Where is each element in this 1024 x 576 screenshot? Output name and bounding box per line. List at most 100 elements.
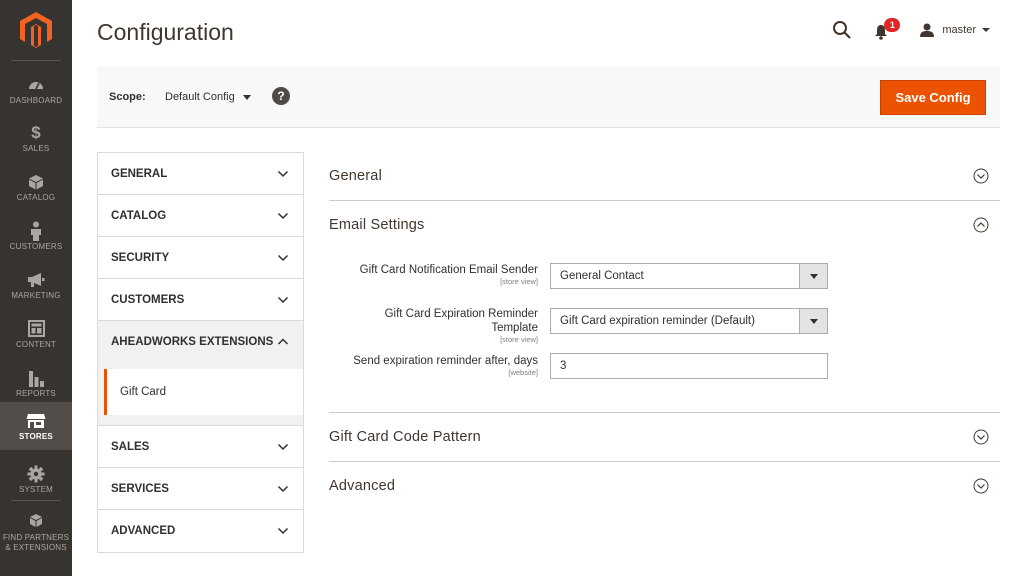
- bar-chart-icon: [0, 367, 72, 389]
- field-label-text: Send expiration reminder after, days: [353, 355, 538, 367]
- tab-item-gift-card[interactable]: Gift Card: [104, 369, 303, 415]
- config-main: General Email Settings Gift Card Notific…: [329, 152, 1000, 510]
- tab-customers[interactable]: CUSTOMERS: [98, 279, 303, 321]
- dollar-icon: $: [31, 123, 41, 142]
- select-value: General Contact: [560, 270, 644, 282]
- nav-item-content[interactable]: CONTENT: [0, 310, 72, 358]
- chevron-down-icon: [799, 309, 827, 333]
- field-label: Gift Card Notification Email Sender [sto…: [360, 263, 538, 287]
- field-label: Gift Card Expiration Reminder Template […: [385, 307, 538, 345]
- email-settings-fields: Gift Card Notification Email Sender [sto…: [329, 249, 1000, 412]
- section-title: Gift Card Code Pattern: [329, 429, 481, 445]
- nav-divider: [11, 60, 61, 61]
- tab-label: GENERAL: [111, 167, 168, 180]
- nav-label: FIND PARTNERS & EXTENSIONS: [2, 533, 70, 552]
- tab-security[interactable]: SECURITY: [98, 237, 303, 279]
- admin-sidebar: DASHBOARD $ SALES CATALOG CUSTOMERS MARK…: [0, 0, 72, 576]
- section-title: Email Settings: [329, 217, 425, 233]
- field-label-text: Gift Card Expiration Reminder: [384, 308, 538, 320]
- expand-circle-icon[interactable]: [973, 168, 989, 184]
- collapse-circle-icon[interactable]: [973, 217, 989, 233]
- nav-label: MARKETING: [11, 291, 61, 300]
- tab-subitems: Gift Card: [98, 363, 303, 426]
- field-row-reminder-days: Send expiration reminder after, days [we…: [329, 348, 1000, 392]
- reminder-template-select[interactable]: Gift Card expiration reminder (Default): [550, 308, 828, 334]
- nav-label: CATALOG: [16, 193, 56, 202]
- scope-switcher[interactable]: Default Config: [165, 91, 251, 103]
- expand-circle-icon[interactable]: [973, 429, 989, 445]
- subtab-label: Gift Card: [120, 386, 167, 398]
- config-tabs: GENERAL CATALOG SECURITY CUSTOMERS AHEAD…: [97, 152, 304, 553]
- field-scope: [store view]: [500, 335, 538, 344]
- field-row-reminder-template: Gift Card Expiration Reminder Template […: [329, 304, 1000, 348]
- user-icon: [920, 23, 935, 37]
- section-title: General: [329, 168, 382, 184]
- section-header[interactable]: Advanced: [329, 462, 1000, 510]
- field-scope: [website]: [508, 368, 538, 377]
- section-title: Advanced: [329, 478, 396, 494]
- nav-label: REPORTS: [16, 389, 56, 398]
- tab-general[interactable]: GENERAL: [98, 153, 303, 195]
- nav-item-sales[interactable]: $ SALES: [0, 114, 72, 162]
- nav-item-dashboard[interactable]: DASHBOARD: [0, 66, 72, 114]
- tab-sales[interactable]: SALES: [98, 426, 303, 468]
- user-menu[interactable]: master: [920, 23, 990, 37]
- section-header[interactable]: Gift Card Code Pattern: [329, 413, 1000, 461]
- nav-item-find-partners[interactable]: FIND PARTNERS & EXTENSIONS: [0, 503, 72, 559]
- tab-label: AHEADWORKS EXTENSIONS: [111, 336, 274, 348]
- notifications-button[interactable]: 1: [874, 18, 901, 40]
- section-header[interactable]: General: [329, 152, 1000, 200]
- tab-label: SERVICES: [111, 482, 169, 495]
- nav-item-marketing[interactable]: MARKETING: [0, 261, 72, 309]
- nav-item-system[interactable]: SYSTEM: [0, 455, 72, 503]
- scope-value: Default Config: [165, 91, 235, 103]
- nav-label: SYSTEM: [18, 485, 54, 494]
- chevron-down-icon: [277, 527, 289, 535]
- person-icon: [0, 220, 72, 242]
- chevron-down-icon: [277, 485, 289, 493]
- scope-bar: Scope: Default Config ? Save Config: [97, 67, 1000, 128]
- magento-logo-icon[interactable]: [20, 12, 52, 48]
- chevron-down-icon: [242, 94, 251, 100]
- nav-label: SALES: [22, 144, 50, 153]
- nav-divider: [11, 500, 61, 501]
- nav-label: CONTENT: [15, 340, 57, 349]
- cubes-icon: [0, 511, 72, 533]
- nav-item-customers[interactable]: CUSTOMERS: [0, 212, 72, 260]
- nav-item-catalog[interactable]: CATALOG: [0, 163, 72, 211]
- chevron-down-icon: [277, 443, 289, 451]
- expand-circle-icon[interactable]: [973, 478, 989, 494]
- search-icon[interactable]: [832, 20, 852, 40]
- chevron-up-icon: [277, 338, 289, 345]
- notification-badge: 1: [884, 18, 901, 32]
- section-advanced: Advanced: [329, 462, 1000, 510]
- section-general: General: [329, 152, 1000, 201]
- nav-item-stores[interactable]: STORES: [0, 402, 72, 450]
- store-icon: [0, 410, 72, 432]
- tab-services[interactable]: SERVICES: [98, 468, 303, 510]
- header-actions: 1 master: [832, 16, 990, 44]
- select-value: Gift Card expiration reminder (Default): [560, 315, 755, 327]
- help-icon[interactable]: ?: [272, 87, 290, 105]
- nav-item-reports[interactable]: REPORTS: [0, 359, 72, 407]
- page-title: Configuration: [97, 19, 234, 45]
- dashboard-icon: [0, 74, 72, 96]
- tab-label: CATALOG: [111, 209, 167, 222]
- chevron-down-icon: [277, 212, 289, 220]
- layout-icon: [0, 318, 72, 340]
- chevron-down-icon: [277, 170, 289, 178]
- box-icon: [0, 171, 72, 193]
- tab-aheadworks-extensions[interactable]: AHEADWORKS EXTENSIONS: [98, 321, 303, 363]
- tab-catalog[interactable]: CATALOG: [98, 195, 303, 237]
- chevron-down-icon: [799, 264, 827, 288]
- chevron-down-icon: [277, 254, 289, 262]
- tab-advanced[interactable]: ADVANCED: [98, 510, 303, 552]
- megaphone-icon: [0, 269, 72, 291]
- reminder-days-input[interactable]: [550, 353, 828, 379]
- nav-label: DASHBOARD: [9, 96, 63, 105]
- save-config-button[interactable]: Save Config: [880, 80, 986, 115]
- section-gift-card-code-pattern: Gift Card Code Pattern: [329, 413, 1000, 462]
- email-sender-select[interactable]: General Contact: [550, 263, 828, 289]
- section-header[interactable]: Email Settings: [329, 201, 1000, 249]
- chevron-down-icon: [982, 28, 990, 32]
